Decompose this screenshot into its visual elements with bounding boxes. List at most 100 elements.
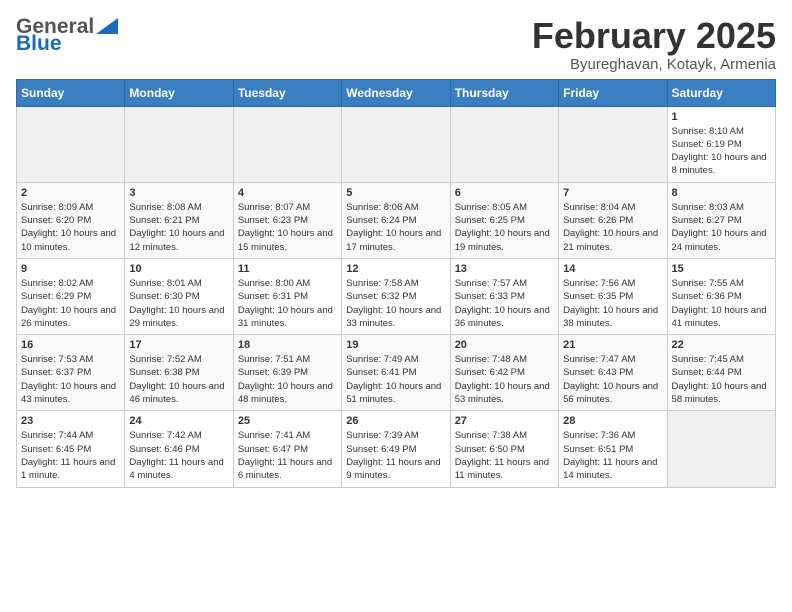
calendar-cell: 13 Sunrise: 7:57 AM Sunset: 6:33 PM Dayli…	[450, 258, 558, 334]
weekday-header-row: SundayMondayTuesdayWednesdayThursdayFrid…	[17, 79, 776, 106]
day-info: Sunrise: 8:04 AM Sunset: 6:26 PM Dayligh…	[563, 201, 662, 254]
day-info: Sunrise: 7:44 AM Sunset: 6:45 PM Dayligh…	[21, 429, 120, 482]
calendar-cell: 26 Sunrise: 7:39 AM Sunset: 6:49 PM Dayli…	[342, 411, 450, 487]
calendar-cell: 7 Sunrise: 8:04 AM Sunset: 6:26 PM Daylig…	[559, 182, 667, 258]
calendar-cell: 12 Sunrise: 7:58 AM Sunset: 6:32 PM Dayli…	[342, 258, 450, 334]
calendar-cell: 2Sunrise: 8:09 AM Sunset: 6:20 PM Daylig…	[17, 182, 125, 258]
logo-arrow-icon	[96, 18, 118, 34]
day-info: Sunrise: 7:51 AM Sunset: 6:39 PM Dayligh…	[238, 353, 337, 406]
weekday-header-wednesday: Wednesday	[342, 79, 450, 106]
day-info: Sunrise: 8:08 AM Sunset: 6:21 PM Dayligh…	[129, 201, 228, 254]
calendar-cell: 27 Sunrise: 7:38 AM Sunset: 6:50 PM Dayli…	[450, 411, 558, 487]
day-number: 18	[238, 339, 337, 351]
calendar-cell	[125, 106, 233, 182]
day-info: Sunrise: 7:53 AM Sunset: 6:37 PM Dayligh…	[21, 353, 120, 406]
day-number: 22	[672, 339, 771, 351]
weekday-header-monday: Monday	[125, 79, 233, 106]
calendar-cell: 1 Sunrise: 8:10 AM Sunset: 6:19 PM Daylig…	[667, 106, 775, 182]
calendar-cell	[450, 106, 558, 182]
week-row-4: 16 Sunrise: 7:53 AM Sunset: 6:37 PM Dayli…	[17, 335, 776, 411]
weekday-header-thursday: Thursday	[450, 79, 558, 106]
day-info: Sunrise: 8:02 AM Sunset: 6:29 PM Dayligh…	[21, 277, 120, 330]
day-number: 7	[563, 187, 662, 199]
week-row-2: 2Sunrise: 8:09 AM Sunset: 6:20 PM Daylig…	[17, 182, 776, 258]
day-number: 11	[238, 263, 337, 275]
day-number: 2	[21, 187, 120, 199]
calendar-cell: 28Sunrise: 7:36 AM Sunset: 6:51 PM Dayli…	[559, 411, 667, 487]
calendar-cell: 9 Sunrise: 8:02 AM Sunset: 6:29 PM Daylig…	[17, 258, 125, 334]
day-number: 9	[21, 263, 120, 275]
day-number: 6	[455, 187, 554, 199]
calendar-cell: 15 Sunrise: 7:55 AM Sunset: 6:36 PM Dayli…	[667, 258, 775, 334]
calendar-cell: 25 Sunrise: 7:41 AM Sunset: 6:47 PM Dayli…	[233, 411, 341, 487]
calendar-cell: 17Sunrise: 7:52 AM Sunset: 6:38 PM Dayli…	[125, 335, 233, 411]
day-number: 1	[672, 111, 771, 123]
day-number: 12	[346, 263, 445, 275]
day-number: 10	[129, 263, 228, 275]
calendar-cell: 11 Sunrise: 8:00 AM Sunset: 6:31 PM Dayli…	[233, 258, 341, 334]
calendar-cell: 23 Sunrise: 7:44 AM Sunset: 6:45 PM Dayli…	[17, 411, 125, 487]
location-subtitle: Byureghavan, Kotayk, Armenia	[532, 56, 776, 73]
day-info: Sunrise: 7:45 AM Sunset: 6:44 PM Dayligh…	[672, 353, 771, 406]
day-info: Sunrise: 8:05 AM Sunset: 6:25 PM Dayligh…	[455, 201, 554, 254]
calendar-cell: 22 Sunrise: 7:45 AM Sunset: 6:44 PM Dayli…	[667, 335, 775, 411]
calendar-cell: 5 Sunrise: 8:06 AM Sunset: 6:24 PM Daylig…	[342, 182, 450, 258]
logo-blue-text: Blue	[16, 33, 118, 54]
day-info: Sunrise: 7:56 AM Sunset: 6:35 PM Dayligh…	[563, 277, 662, 330]
calendar-cell	[342, 106, 450, 182]
day-info: Sunrise: 7:57 AM Sunset: 6:33 PM Dayligh…	[455, 277, 554, 330]
day-info: Sunrise: 7:49 AM Sunset: 6:41 PM Dayligh…	[346, 353, 445, 406]
day-number: 17	[129, 339, 228, 351]
day-info: Sunrise: 7:58 AM Sunset: 6:32 PM Dayligh…	[346, 277, 445, 330]
calendar-cell	[667, 411, 775, 487]
day-info: Sunrise: 8:06 AM Sunset: 6:24 PM Dayligh…	[346, 201, 445, 254]
day-info: Sunrise: 8:00 AM Sunset: 6:31 PM Dayligh…	[238, 277, 337, 330]
day-number: 13	[455, 263, 554, 275]
day-number: 23	[21, 415, 120, 427]
calendar-cell: 6 Sunrise: 8:05 AM Sunset: 6:25 PM Daylig…	[450, 182, 558, 258]
weekday-header-sunday: Sunday	[17, 79, 125, 106]
day-number: 26	[346, 415, 445, 427]
day-info: Sunrise: 7:36 AM Sunset: 6:51 PM Dayligh…	[563, 429, 662, 482]
day-info: Sunrise: 7:41 AM Sunset: 6:47 PM Dayligh…	[238, 429, 337, 482]
month-title: February 2025	[532, 16, 776, 56]
day-number: 16	[21, 339, 120, 351]
week-row-1: 1 Sunrise: 8:10 AM Sunset: 6:19 PM Daylig…	[17, 106, 776, 182]
calendar-cell: 8Sunrise: 8:03 AM Sunset: 6:27 PM Daylig…	[667, 182, 775, 258]
day-number: 19	[346, 339, 445, 351]
day-number: 25	[238, 415, 337, 427]
calendar-cell: 19 Sunrise: 7:49 AM Sunset: 6:41 PM Dayli…	[342, 335, 450, 411]
day-info: Sunrise: 7:55 AM Sunset: 6:36 PM Dayligh…	[672, 277, 771, 330]
calendar-cell	[17, 106, 125, 182]
day-info: Sunrise: 8:10 AM Sunset: 6:19 PM Dayligh…	[672, 125, 771, 178]
calendar-cell: 14 Sunrise: 7:56 AM Sunset: 6:35 PM Dayli…	[559, 258, 667, 334]
day-number: 20	[455, 339, 554, 351]
logo: General Blue	[16, 16, 118, 54]
day-number: 27	[455, 415, 554, 427]
day-info: Sunrise: 7:47 AM Sunset: 6:43 PM Dayligh…	[563, 353, 662, 406]
day-info: Sunrise: 7:48 AM Sunset: 6:42 PM Dayligh…	[455, 353, 554, 406]
day-number: 14	[563, 263, 662, 275]
calendar-cell: 18 Sunrise: 7:51 AM Sunset: 6:39 PM Dayli…	[233, 335, 341, 411]
day-info: Sunrise: 7:38 AM Sunset: 6:50 PM Dayligh…	[455, 429, 554, 482]
day-info: Sunrise: 8:03 AM Sunset: 6:27 PM Dayligh…	[672, 201, 771, 254]
week-row-5: 23 Sunrise: 7:44 AM Sunset: 6:45 PM Dayli…	[17, 411, 776, 487]
weekday-header-tuesday: Tuesday	[233, 79, 341, 106]
calendar-cell: 21 Sunrise: 7:47 AM Sunset: 6:43 PM Dayli…	[559, 335, 667, 411]
calendar-cell: 24Sunrise: 7:42 AM Sunset: 6:46 PM Dayli…	[125, 411, 233, 487]
calendar-cell	[233, 106, 341, 182]
calendar-cell: 16 Sunrise: 7:53 AM Sunset: 6:37 PM Dayli…	[17, 335, 125, 411]
day-number: 21	[563, 339, 662, 351]
calendar-cell: 3Sunrise: 8:08 AM Sunset: 6:21 PM Daylig…	[125, 182, 233, 258]
day-info: Sunrise: 8:01 AM Sunset: 6:30 PM Dayligh…	[129, 277, 228, 330]
day-number: 5	[346, 187, 445, 199]
calendar-cell: 10 Sunrise: 8:01 AM Sunset: 6:30 PM Dayli…	[125, 258, 233, 334]
calendar-table: SundayMondayTuesdayWednesdayThursdayFrid…	[16, 79, 776, 488]
day-number: 15	[672, 263, 771, 275]
page-header: General Blue February 2025 Byureghavan, …	[16, 16, 776, 73]
day-info: Sunrise: 7:39 AM Sunset: 6:49 PM Dayligh…	[346, 429, 445, 482]
title-area: February 2025 Byureghavan, Kotayk, Armen…	[532, 16, 776, 73]
day-info: Sunrise: 7:42 AM Sunset: 6:46 PM Dayligh…	[129, 429, 228, 482]
week-row-3: 9 Sunrise: 8:02 AM Sunset: 6:29 PM Daylig…	[17, 258, 776, 334]
weekday-header-friday: Friday	[559, 79, 667, 106]
